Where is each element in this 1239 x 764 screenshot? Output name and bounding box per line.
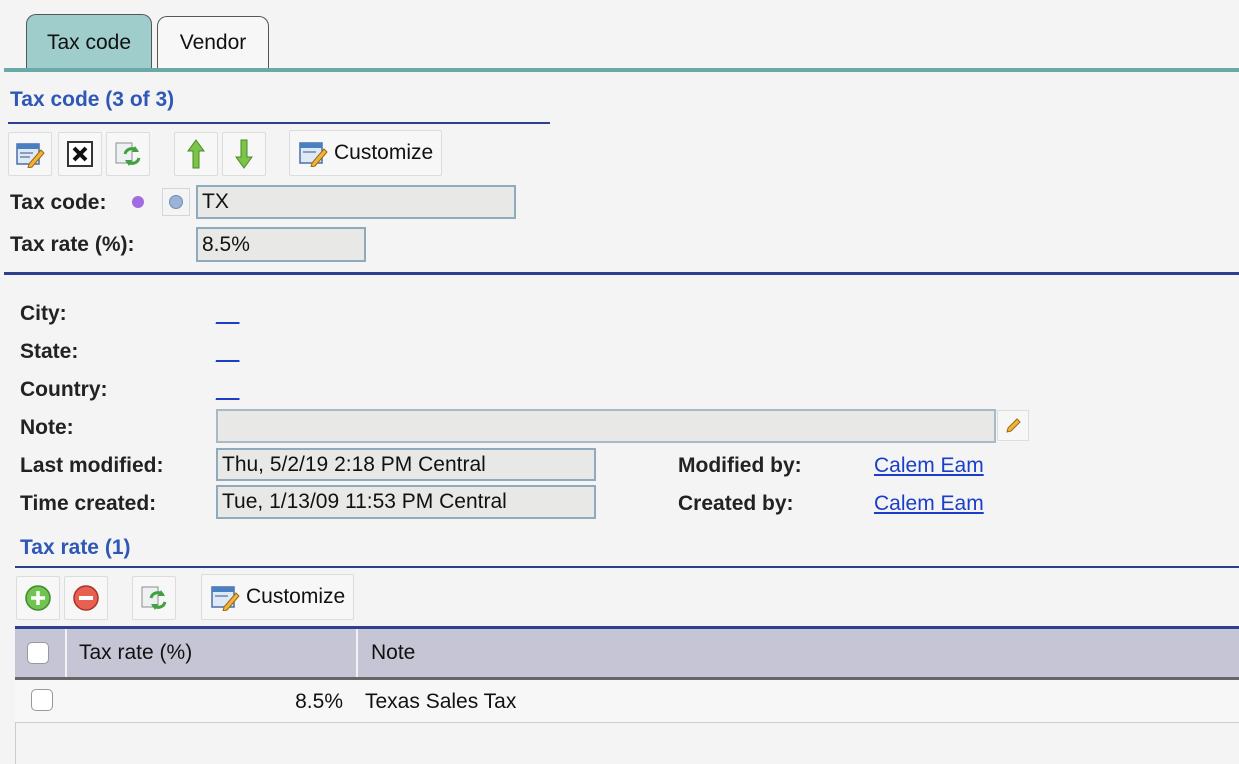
- required-dot-icon: [132, 196, 144, 208]
- grid-header: Tax rate (%) Note: [15, 629, 1239, 680]
- grid-customize-button[interactable]: Customize: [201, 574, 355, 620]
- row-tax-rate: 8.5%: [295, 690, 343, 713]
- column-separator: [356, 629, 358, 677]
- page-title: Tax code (3 of 3): [10, 88, 175, 111]
- key-icon: [162, 188, 190, 216]
- created-by-link[interactable]: Calem Eam: [874, 492, 984, 516]
- remove-icon: [73, 585, 99, 611]
- title-divider: [8, 122, 550, 124]
- refresh-icon: [141, 586, 167, 610]
- column-header-note[interactable]: Note: [371, 641, 415, 665]
- refresh-button[interactable]: [106, 132, 150, 176]
- move-up-button[interactable]: [174, 132, 218, 176]
- grid-refresh-button[interactable]: [132, 576, 176, 620]
- state-label: State:: [20, 340, 79, 363]
- add-row-button[interactable]: [16, 576, 60, 620]
- tax-code-label: Tax code:: [10, 191, 107, 214]
- row-checkbox[interactable]: [31, 689, 53, 711]
- customize-button[interactable]: Customize: [289, 130, 443, 176]
- state-link[interactable]: __: [216, 340, 239, 364]
- delete-button[interactable]: [58, 132, 102, 176]
- customize-icon: [299, 142, 328, 167]
- time-created-label: Time created:: [20, 492, 157, 515]
- tax-rate-divider: [15, 566, 1239, 568]
- country-label: Country:: [20, 378, 108, 401]
- select-all-checkbox[interactable]: [27, 642, 49, 664]
- tax-code-field[interactable]: TX: [196, 185, 516, 219]
- remove-row-button[interactable]: [64, 576, 108, 620]
- edit-icon: [16, 143, 45, 168]
- tab-vendor[interactable]: Vendor: [157, 16, 269, 68]
- tab-bar: Tax code Vendor: [0, 0, 1239, 72]
- column-separator: [65, 629, 67, 677]
- column-header-tax-rate[interactable]: Tax rate (%): [79, 641, 192, 665]
- customize-label: Customize: [334, 141, 434, 164]
- last-modified-field[interactable]: Thu, 5/2/19 2:18 PM Central: [216, 448, 596, 481]
- arrow-down-icon: [235, 139, 253, 169]
- modified-by-label: Modified by:: [678, 454, 802, 477]
- customize-icon: [211, 586, 240, 611]
- row-note: Texas Sales Tax: [365, 690, 517, 713]
- section-divider: [4, 272, 1239, 275]
- pencil-icon: [1006, 417, 1021, 433]
- last-modified-label: Last modified:: [20, 454, 164, 477]
- city-label: City:: [20, 302, 67, 325]
- note-edit-button[interactable]: [997, 410, 1029, 441]
- created-by-label: Created by:: [678, 492, 794, 515]
- city-link[interactable]: __: [216, 302, 239, 326]
- tax-rate-section-title: Tax rate (1): [20, 536, 131, 559]
- note-field[interactable]: [216, 409, 996, 443]
- refresh-icon: [115, 142, 141, 166]
- tab-underline: [4, 68, 1239, 72]
- note-label: Note:: [20, 416, 74, 439]
- move-down-button[interactable]: [222, 132, 266, 176]
- tab-tax-code[interactable]: Tax code: [26, 14, 152, 70]
- tax-rate-field[interactable]: 8.5%: [196, 227, 366, 262]
- tax-rate-label: Tax rate (%):: [10, 233, 135, 256]
- add-icon: [25, 585, 51, 611]
- close-icon: [67, 141, 93, 167]
- table-row[interactable]: 8.5% Texas Sales Tax: [15, 680, 1239, 723]
- modified-by-link[interactable]: Calem Eam: [874, 454, 984, 478]
- arrow-up-icon: [187, 139, 205, 169]
- grid-empty-area: [15, 723, 1239, 764]
- edit-button[interactable]: [8, 132, 52, 176]
- time-created-field[interactable]: Tue, 1/13/09 11:53 PM Central: [216, 485, 596, 519]
- country-link[interactable]: __: [216, 378, 239, 402]
- grid-customize-label: Customize: [246, 585, 346, 608]
